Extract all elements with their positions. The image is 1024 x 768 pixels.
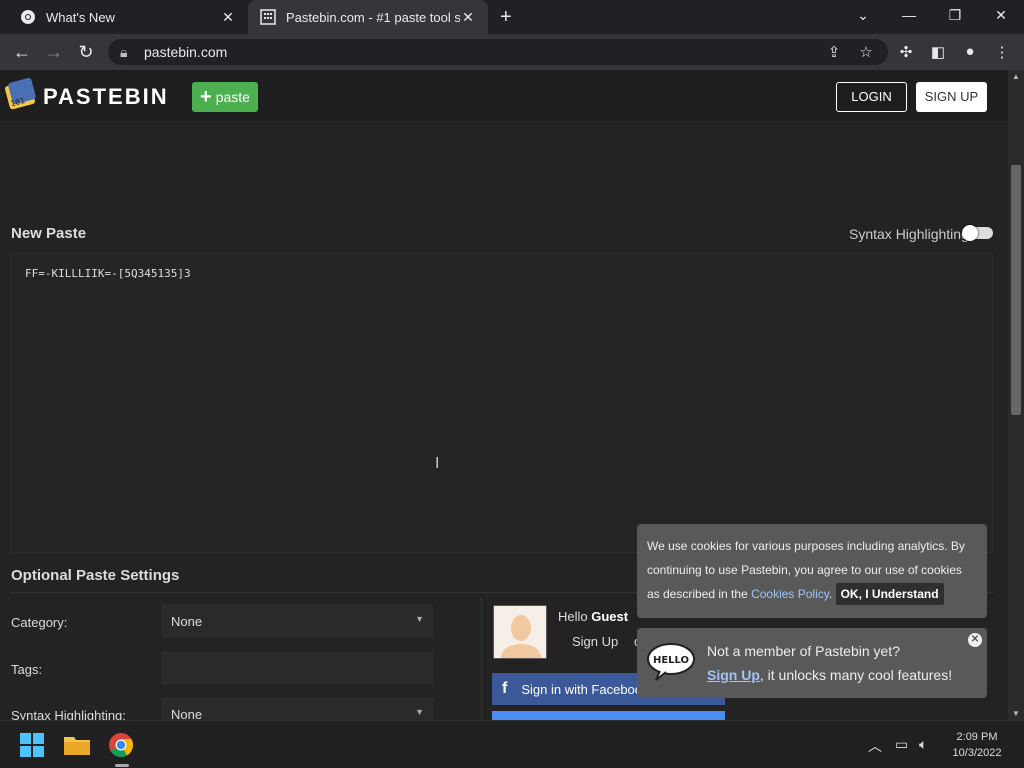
facebook-icon: f — [502, 680, 508, 697]
guest-signup-link[interactable]: Sign Up — [572, 634, 618, 649]
category-select[interactable]: None ▼ — [162, 605, 433, 637]
guest-text: Guest — [591, 609, 629, 624]
member-line2-text: , it unlocks many cool features! — [759, 667, 953, 683]
close-tab-icon[interactable]: ✕ — [220, 9, 236, 26]
forward-arrow-icon[interactable]: → — [44, 42, 64, 63]
scroll-thumb[interactable] — [1011, 165, 1021, 415]
volume-icon[interactable]: 🔈︎ — [919, 736, 927, 753]
syntax-value: None — [171, 707, 203, 720]
site-header: 101 PASTEBIN + paste LOGIN SIGN UP — [0, 70, 1008, 122]
signup-button[interactable]: SIGN UP — [916, 82, 987, 112]
taskbar: ︿ ▭ 🔈︎ 2:09 PM 10/3/2022 — [0, 720, 1024, 768]
scroll-up-icon[interactable]: ▲ — [1008, 72, 1024, 81]
dropdown-arrow-icon: ▼ — [415, 614, 424, 624]
network-icon[interactable]: ▭ — [895, 736, 908, 753]
address-bar[interactable]: 🔒︎ pastebin.com — [108, 39, 888, 65]
syntax-highlighting-toggle[interactable] — [962, 225, 993, 241]
facebook-label: Sign in with Facebook — [521, 681, 649, 697]
clock-date: 10/3/2022 — [952, 747, 1002, 759]
cookie-ok-button[interactable]: OK, I Understand — [835, 583, 944, 605]
bubble-text: HELLO — [653, 655, 689, 666]
social-signin-button[interactable] — [492, 711, 725, 720]
close-icon[interactable]: ✕ — [968, 633, 982, 647]
cookie-notice: We use cookies for various purposes incl… — [637, 524, 987, 618]
close-window-icon[interactable]: ✕ — [978, 0, 1024, 30]
bookmark-star-icon[interactable]: ☆ — [857, 43, 875, 61]
new-tab-plus-icon[interactable]: + — [500, 6, 512, 29]
text-cursor-icon: I — [435, 455, 440, 472]
plus-icon: + — [200, 85, 212, 108]
paste-textarea[interactable]: FF=-KILLLIIK=-[5Q345135]3 — [11, 253, 993, 553]
hello-text: Hello — [558, 609, 588, 624]
new-paste-button[interactable]: + paste — [192, 82, 258, 112]
back-arrow-icon[interactable]: ← — [12, 42, 32, 63]
cookie-text-end: . — [828, 587, 833, 601]
syntax-toggle-label: Syntax Highlighting — [849, 226, 969, 242]
restore-icon[interactable]: ❐ — [932, 0, 978, 30]
tab-title: What's New — [46, 9, 115, 25]
pastebin-page: 101 PASTEBIN + paste LOGIN SIGN UP New Pa… — [0, 70, 1008, 720]
menu-kebab-icon[interactable]: ⋮ — [993, 43, 1011, 61]
minimize-icon[interactable]: — — [886, 0, 932, 30]
member-line1: Not a member of Pastebin yet? — [707, 643, 900, 659]
tab-pastebin[interactable]: Pastebin.com - #1 paste tool since 2002!… — [248, 0, 488, 34]
reload-icon[interactable]: ↻ — [76, 42, 96, 63]
tray-chevron-icon[interactable]: ︿ — [868, 736, 882, 756]
cookies-policy-link[interactable]: Cookies Policy — [751, 587, 829, 601]
person-silhouette-icon — [500, 615, 542, 658]
extensions-puzzle-icon[interactable]: ✣ — [897, 43, 915, 61]
tab-whats-new[interactable]: What's New ✕ — [8, 0, 248, 34]
url-text: pastebin.com — [144, 44, 228, 60]
share-icon[interactable]: ⇪ — [825, 43, 843, 61]
tags-label: Tags: — [11, 662, 43, 677]
category-label: Category: — [11, 615, 68, 630]
file-explorer-icon[interactable] — [61, 729, 93, 761]
close-tab-icon[interactable]: ✕ — [460, 9, 476, 26]
lock-icon: 🔒︎ — [120, 43, 128, 60]
guest-avatar — [493, 605, 547, 659]
dropdown-arrow-icon: ▼ — [415, 707, 424, 717]
hello-bubble-icon: HELLO — [647, 643, 695, 681]
column-divider — [481, 597, 482, 720]
tab-title: Pastebin.com - #1 paste tool since 2002! — [286, 9, 460, 25]
profile-icon[interactable]: ● — [961, 43, 979, 61]
member-signup-link[interactable]: Sign Up — [707, 667, 760, 683]
toolbar: ← → ↻ 🔒︎ pastebin.com ⇪ ☆ ✣ ◧ ● ⋮ — [0, 34, 1024, 70]
new-paste-title: New Paste — [11, 225, 87, 242]
member-notice: HELLO Not a member of Pastebin yet? Sign… — [637, 628, 987, 698]
clock-time: 2:09 PM — [956, 731, 998, 743]
scroll-down-icon[interactable]: ▼ — [1008, 709, 1024, 718]
syntax-select[interactable]: None ▼ — [162, 698, 433, 720]
system-clock[interactable]: 2:09 PM 10/3/2022 — [945, 729, 1009, 761]
syntax-label: Syntax Highlighting: — [11, 708, 126, 720]
optional-settings-title: Optional Paste Settings — [11, 567, 180, 584]
member-line2: Sign Up, it unlocks many cool features! — [707, 667, 952, 683]
page-scrollbar[interactable]: ▲ ▼ — [1008, 70, 1024, 720]
toggle-knob — [962, 225, 978, 241]
category-value: None — [171, 614, 203, 629]
windows-start-icon[interactable] — [16, 729, 48, 761]
tags-input[interactable] — [162, 652, 433, 684]
paste-button-label: paste — [215, 89, 250, 105]
hello-guest: Hello Guest — [558, 609, 628, 624]
chrome-icon — [21, 10, 35, 24]
tab-strip: What's New ✕ Pastebin.com - #1 paste too… — [0, 0, 1024, 34]
pastebin-logo-icon[interactable]: 101 — [4, 78, 38, 112]
chrome-taskbar-icon[interactable] — [105, 729, 137, 761]
brand-name[interactable]: PASTEBIN — [43, 84, 169, 110]
tab-search-chevron-icon[interactable]: ⌄ — [840, 0, 886, 30]
side-panel-icon[interactable]: ◧ — [929, 43, 947, 61]
pastebin-favicon-icon — [260, 9, 276, 25]
login-button[interactable]: LOGIN — [836, 82, 907, 112]
active-app-indicator — [115, 764, 129, 767]
